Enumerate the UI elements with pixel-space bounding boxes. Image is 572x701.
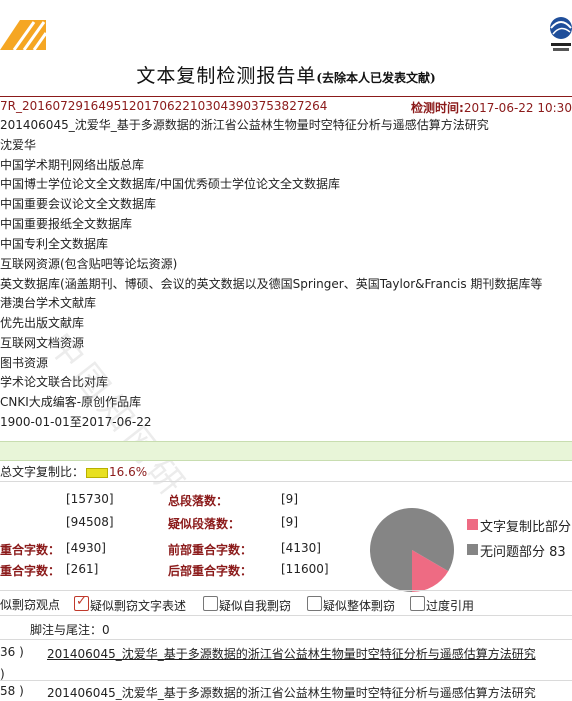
report-title-note: (去除本人已发表文献) [316,71,436,85]
stat-value: [4130] [281,541,321,555]
stat-value: [9] [281,515,298,529]
document-link[interactable]: 201406045_沈爱华_基于多源数据的浙江省公益林生物量时空特征分析与遥感估… [47,645,536,662]
checkbox-whole-plagiarism[interactable] [307,596,322,611]
info-line: 港澳台学术文献库 [0,296,97,310]
option-label: 疑似剽窃文字表述 [90,599,187,613]
info-line: 图书资源 [0,356,49,370]
option-label: 疑似自我剽窃 [219,599,292,613]
row-prefix: 36 ) [0,645,24,659]
options-lead: 似剽窃观点 [0,598,61,612]
legend-label-clean: 无问题部分 83 [480,545,566,560]
info-line: 中国专利全文数据库 [0,237,109,251]
checkbox-suspected-wording[interactable] [74,594,89,611]
detect-time-value: 2017-06-22 10:30 [463,101,572,115]
footnote-count: 脚注与尾注：0 [30,623,110,637]
stat-value: [94508] [66,515,114,529]
cnki-logo-left [0,20,46,50]
report-id: 7R_2016072916495120170622103043903753827… [0,99,328,113]
report-title: 文本复制检测报告单(去除本人已发表文献) [0,61,572,88]
legend-swatch-copy [467,519,478,530]
info-line: 英文数据库(涵盖期刊、博硕、会议的英文数据以及德国Springer、英国Tayl… [0,277,543,291]
divider [0,639,572,640]
checkbox-over-citation[interactable] [410,596,425,611]
stat-label: 重合字数： [0,543,61,557]
info-line: 互联网资源(包含贴吧等论坛资源) [0,257,178,271]
info-line: 中国博士学位论文全文数据库/中国优秀硕士学位论文全文数据库 [0,177,341,191]
header-divider [0,96,572,97]
divider [0,680,572,681]
option-label: 疑似整体剽窃 [323,599,396,613]
summary-band [0,441,572,461]
cnki-globe-logo [550,17,572,51]
divider [0,615,572,616]
checkbox-self-plagiarism[interactable] [203,596,218,611]
row-prefix: 58 ) [0,684,24,698]
info-line: 沈爱华 [0,138,37,152]
stat-value: [4930] [66,541,106,555]
stat-value: [11600] [281,562,329,576]
stat-label: 前部重合字数： [168,543,253,557]
divider [0,590,572,591]
option-label: 过度引用 [426,599,475,613]
info-line: 201406045_沈爱华_基于多源数据的浙江省公益林生物量时空特征分析与遥感估… [0,118,489,132]
info-line: 中国重要会议论文全文数据库 [0,197,157,211]
stat-label: 后部重合字数： [168,564,253,578]
stat-value: [261] [66,562,99,576]
row-prefix: ) [0,667,5,681]
legend-swatch-clean [467,544,478,555]
detect-time: 检测时间:2017-06-22 10:30 [411,99,572,116]
info-line: 中国重要报纸全文数据库 [0,217,133,231]
document-title: 201406045_沈爱华_基于多源数据的浙江省公益林生物量时空特征分析与遥感估… [47,686,536,700]
stat-label: 总段落数： [168,494,229,508]
divider [0,481,572,482]
copy-ratio-bar [86,467,109,478]
copy-ratio-label: 总文字复制比： [0,465,85,479]
stat-label: 重合字数： [0,564,61,578]
legend-label-copy: 文字复制比部分 [480,520,572,535]
stat-value: [15730] [66,492,114,506]
detect-time-label: 检测时间: [411,101,464,115]
report-title-text: 文本复制检测报告单 [136,65,317,87]
info-line: 中国学术期刊网络出版总库 [0,158,145,172]
report-id-row: 7R_2016072916495120170622103043903753827… [0,99,572,117]
stat-label: 疑似段落数： [168,517,241,531]
copy-ratio-pie-chart [370,508,454,592]
stat-value: [9] [281,492,298,506]
copy-ratio-value: 16.6% [109,465,148,479]
copy-ratio: 总文字复制比： 16.6% [0,463,147,480]
